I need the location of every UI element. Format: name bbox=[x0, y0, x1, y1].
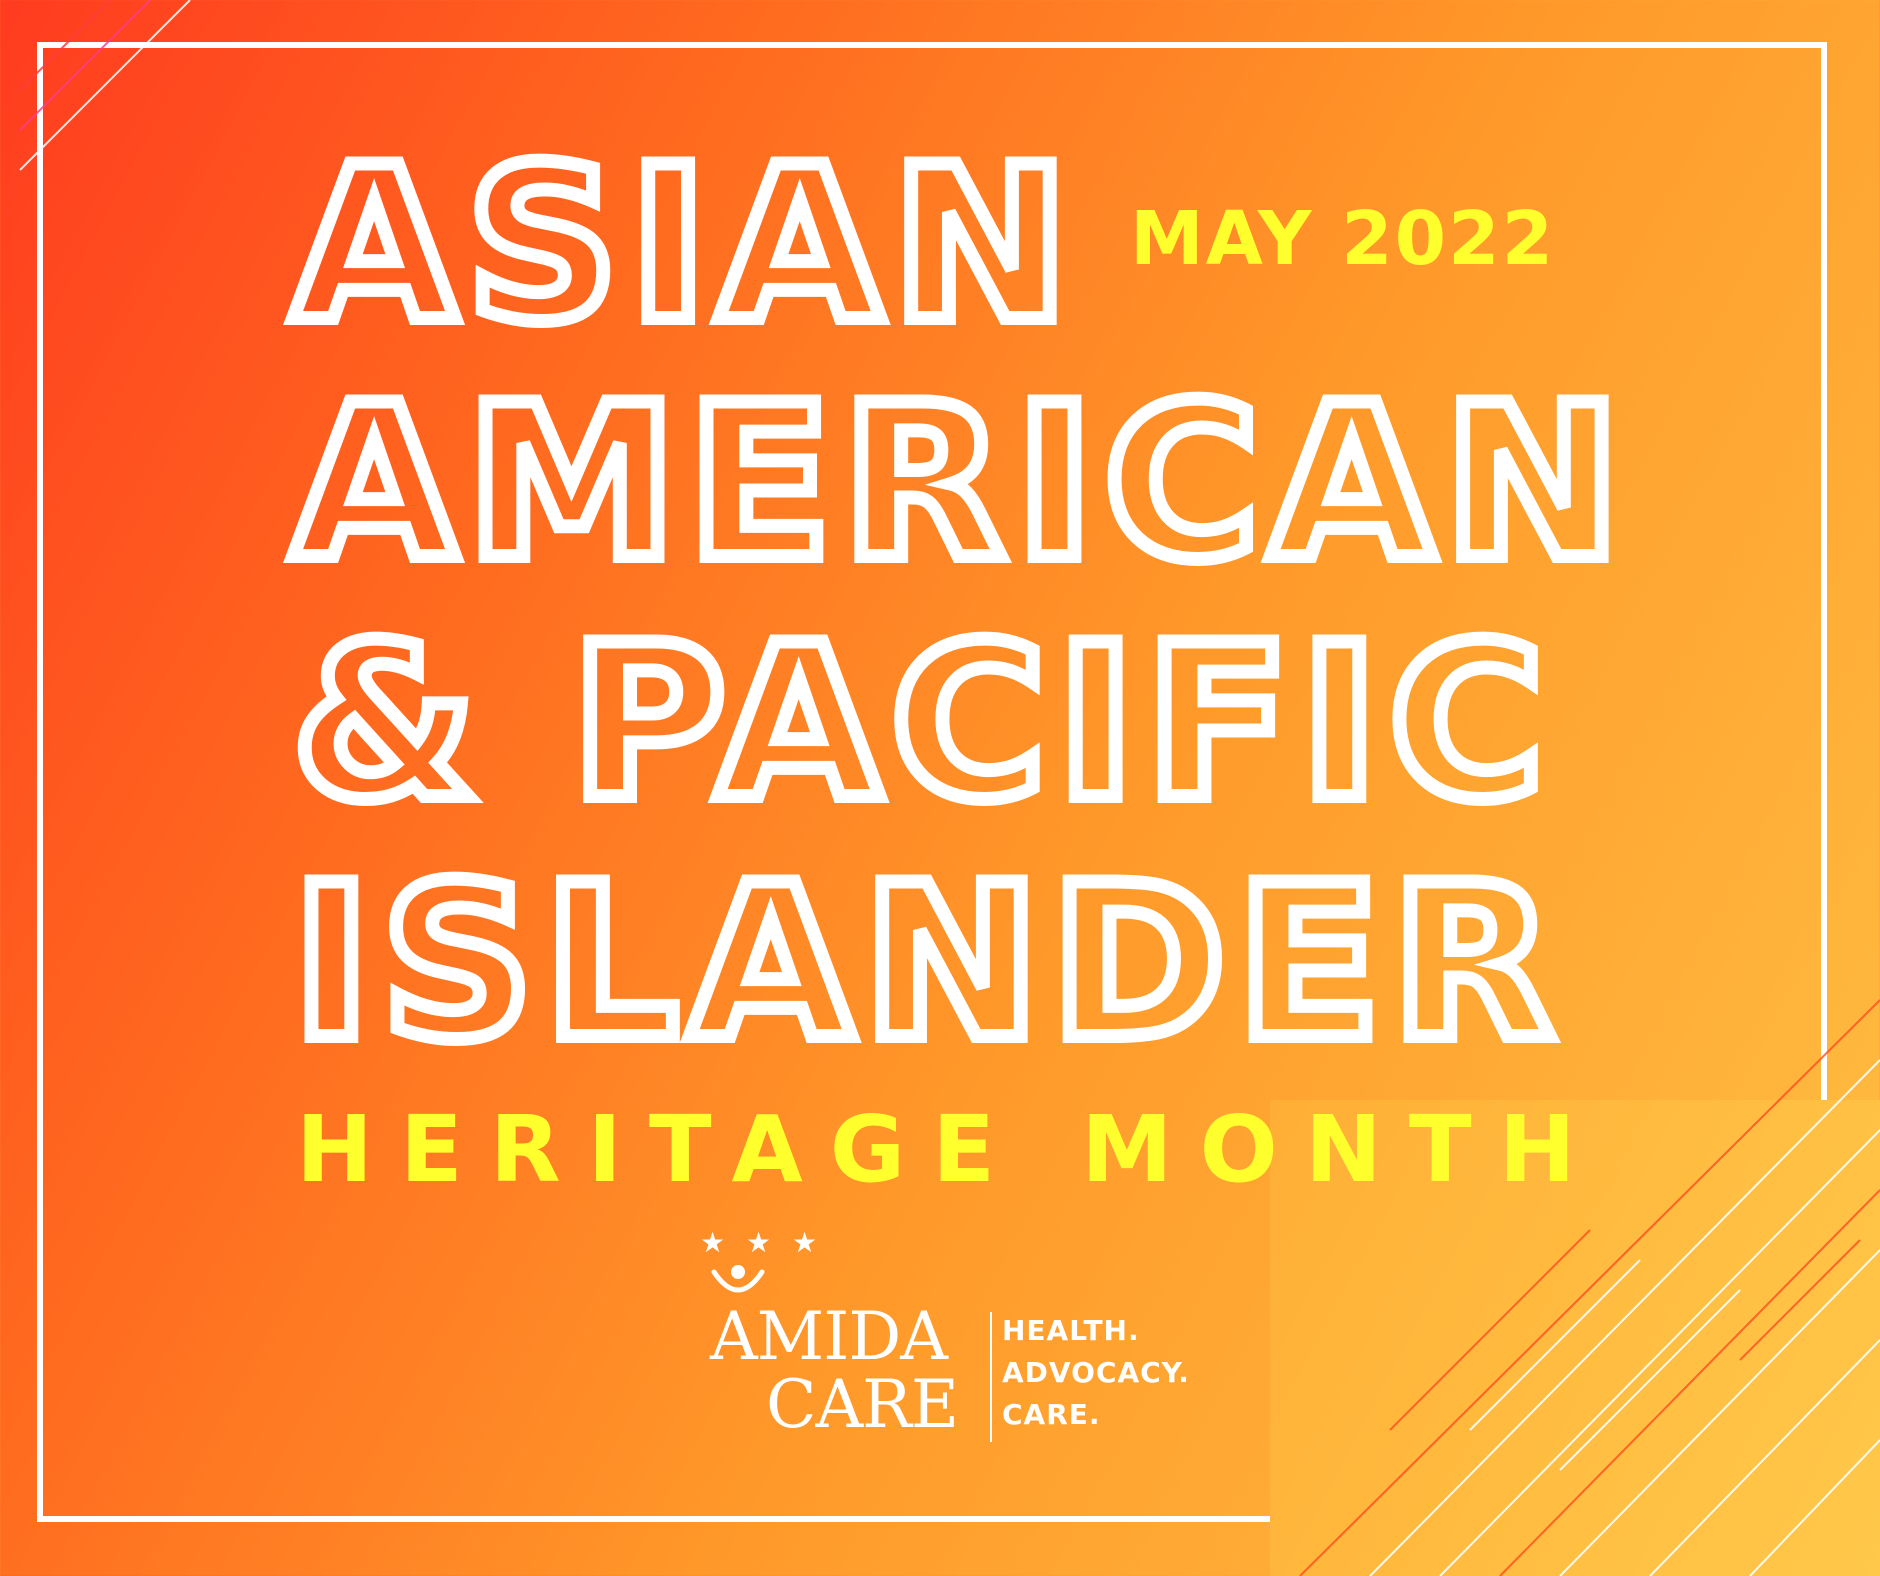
logo-tagline-advocacy: ADVOCACY. bbox=[1002, 1356, 1190, 1389]
logo-word-care: CARE bbox=[766, 1366, 959, 1443]
logo-figure-icon bbox=[711, 1265, 765, 1293]
date-label: MAY 2022 bbox=[1130, 196, 1556, 282]
title-line-2: AMERICAN bbox=[292, 359, 1631, 606]
title-line-1: ASIAN bbox=[292, 121, 1079, 368]
logo-tagline-health: HEALTH. bbox=[1002, 1314, 1140, 1347]
logo-word-amida: AMIDA bbox=[710, 1298, 948, 1375]
logo-divider bbox=[990, 1312, 992, 1442]
amida-care-logo: ★ ★ ★ AMIDA CARE HEALTH. ADVOCACY. CARE. bbox=[690, 1226, 1210, 1466]
heritage-month-subtitle: HERITAGE MONTH bbox=[296, 1096, 1603, 1203]
logo-stars-icon: ★ ★ ★ bbox=[700, 1226, 824, 1259]
title-line-4: ISLANDER bbox=[292, 839, 1564, 1086]
title-line-3: & PACIFIC bbox=[292, 599, 1554, 846]
logo-tagline-care: CARE. bbox=[1002, 1398, 1101, 1431]
